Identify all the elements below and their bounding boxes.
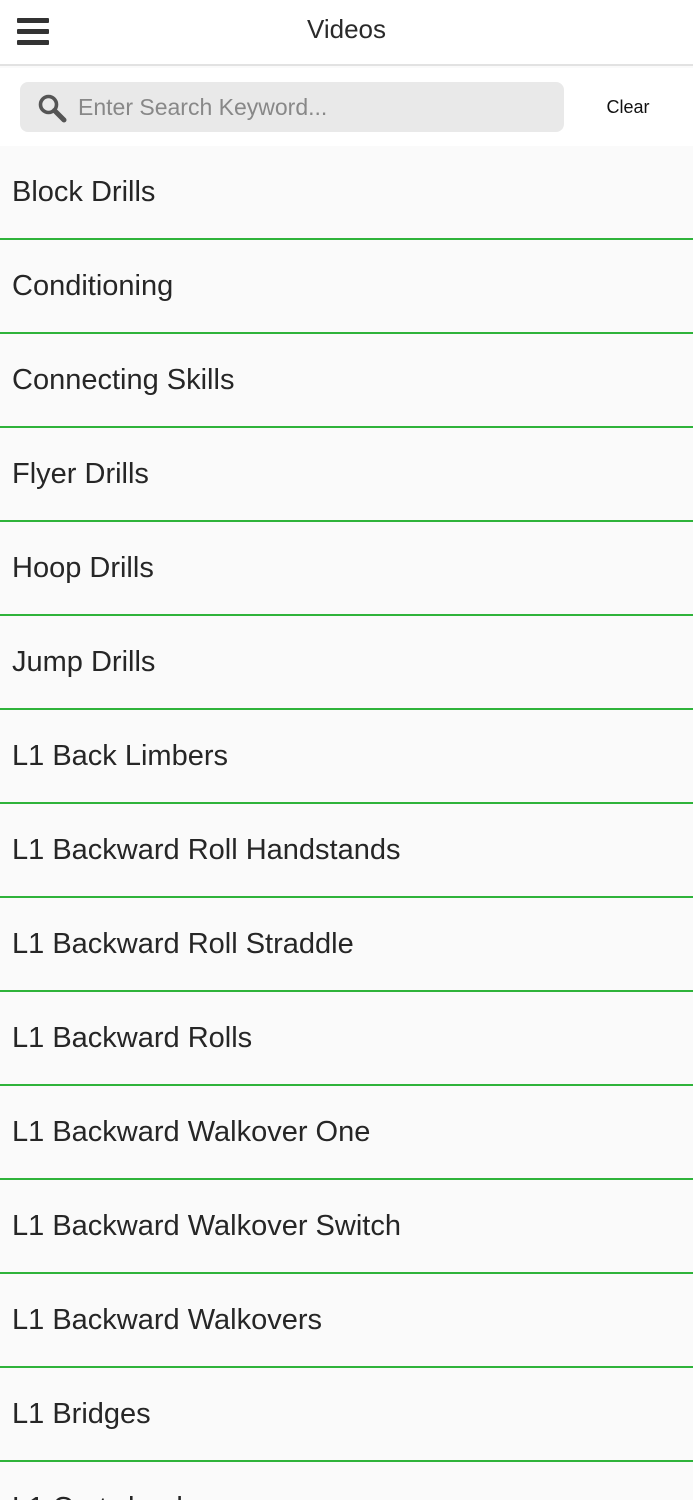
list-item[interactable]: L1 Backward Walkover One [0,1086,693,1180]
list-item[interactable]: L1 Backward Roll Handstands [0,804,693,898]
search-icon [38,94,67,123]
list-item[interactable]: Hoop Drills [0,522,693,616]
search-box[interactable] [20,82,564,132]
video-category-list: Block Drills Conditioning Connecting Skill… [0,146,693,1500]
list-item[interactable]: Connecting Skills [0,334,693,428]
list-item[interactable]: Block Drills [0,146,693,240]
app-screen: Videos Clear Block DrillsConditioningCon… [0,0,693,1500]
list-item[interactable]: L1 Backward Rolls [0,992,693,1086]
clear-button[interactable]: Clear [580,82,676,132]
list-item[interactable]: L1 Backward Roll Straddle [0,898,693,992]
list-item[interactable]: L1 Cartwheels [0,1462,693,1500]
list-item[interactable]: Conditioning [0,240,693,334]
list-item[interactable]: L1 Back Limbers [0,710,693,804]
page-title: Videos [306,14,387,44]
search-bar: Clear [0,68,693,146]
list-item[interactable]: Jump Drills [0,616,693,710]
top-bar: Videos [0,0,693,66]
list-item[interactable]: L1 Bridges [0,1368,693,1462]
list-item[interactable]: L1 Backward Walkovers [0,1274,693,1368]
search-input[interactable] [78,82,554,132]
list-item[interactable]: L1 Backward Walkover Switch [0,1180,693,1274]
list-item[interactable]: Flyer Drills [0,428,693,522]
